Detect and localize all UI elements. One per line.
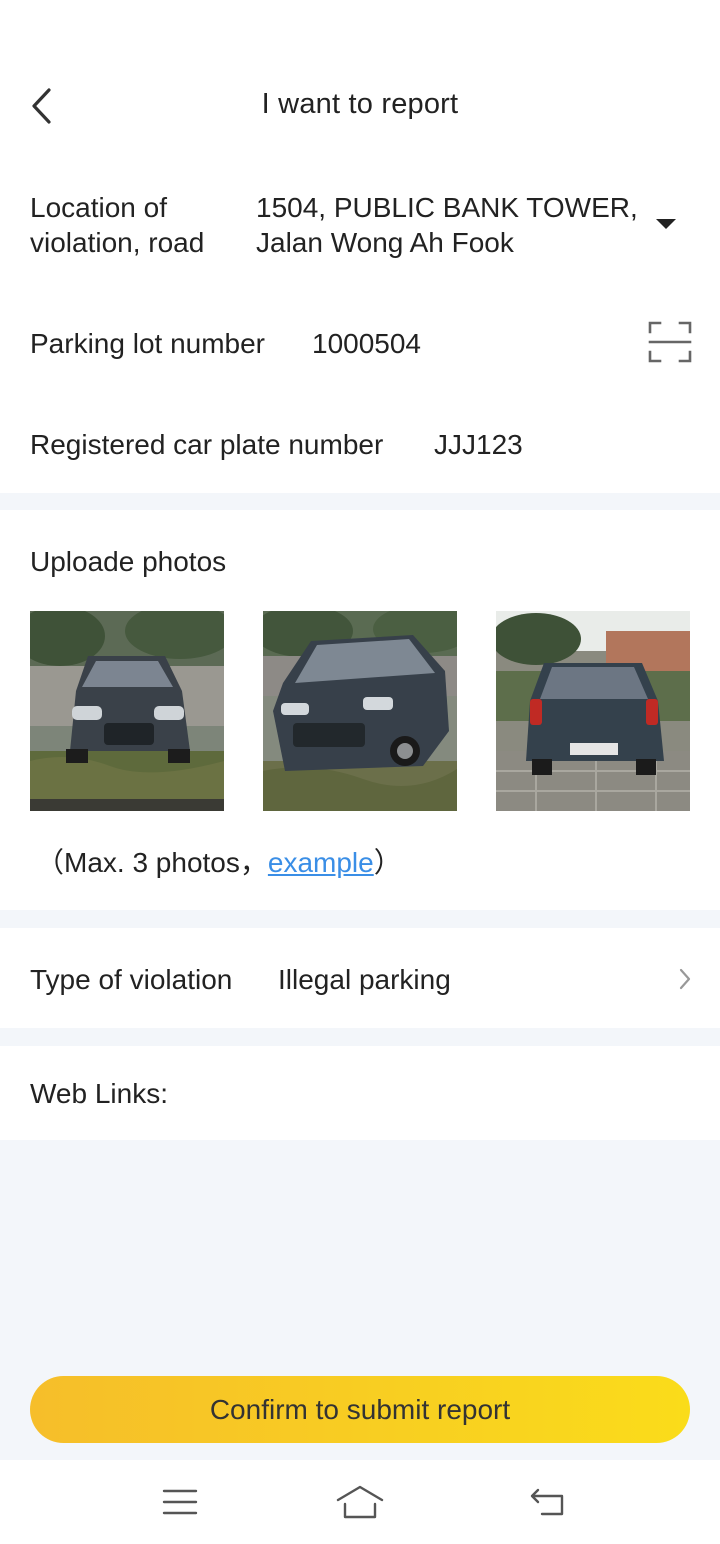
caret-down-icon — [656, 219, 676, 229]
nav-home-button[interactable] — [332, 1478, 388, 1526]
scan-button[interactable] — [646, 318, 694, 366]
nav-menu-button[interactable] — [152, 1478, 208, 1526]
photos-note: （Max. 3 photos，example） — [36, 845, 402, 880]
violation-type-value[interactable]: Illegal parking — [278, 962, 451, 997]
submit-report-button[interactable]: Confirm to submit report — [30, 1376, 690, 1443]
upload-photos-label: Uploade photos — [30, 546, 227, 577]
location-label-line2: violation, road — [30, 227, 205, 258]
location-value-line1[interactable]: 1504, PUBLIC BANK TOWER, — [256, 190, 638, 225]
location-label-line1: Location of — [30, 192, 167, 223]
car-plate-label: Registered car plate number — [30, 429, 384, 460]
example-link[interactable]: example — [268, 847, 374, 878]
photos-note-prefix: （Max. 3 photos， — [36, 847, 268, 878]
photo-thumbnail-2[interactable] — [263, 611, 457, 811]
page-title: I want to report — [261, 88, 459, 120]
web-links-label: Web Links: — [30, 1078, 168, 1109]
nav-back-button[interactable] — [520, 1478, 576, 1526]
car-plate-value[interactable]: JJJ123 — [434, 427, 523, 462]
parking-lot-value[interactable]: 1000504 — [312, 326, 421, 361]
menu-icon — [162, 1489, 198, 1515]
photo-thumbnail-3[interactable] — [496, 611, 690, 811]
location-dropdown-button[interactable] — [650, 212, 682, 236]
location-value-line2[interactable]: Jalan Wong Ah Fook — [256, 225, 514, 260]
system-navbar — [0, 1460, 720, 1544]
back-icon — [530, 1488, 564, 1516]
parking-lot-label: Parking lot number — [30, 328, 266, 359]
scan-icon — [648, 321, 692, 363]
violation-type-arrow[interactable] — [672, 964, 698, 994]
photo-thumbnail-1[interactable] — [30, 611, 224, 811]
chevron-right-icon — [679, 968, 691, 990]
violation-type-label: Type of violation — [30, 964, 233, 995]
photos-note-suffix: ） — [373, 847, 402, 878]
home-icon — [336, 1485, 384, 1519]
